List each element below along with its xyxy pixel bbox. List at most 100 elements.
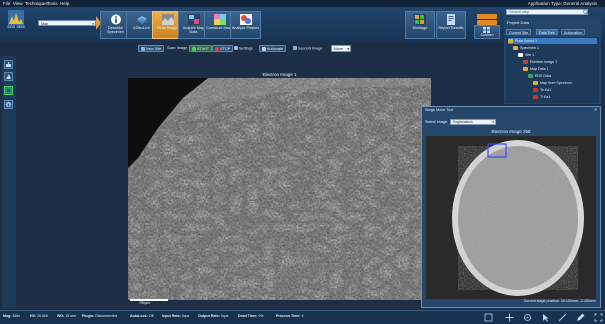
tree-item-label: Plain Select 1 (515, 39, 537, 43)
menu-bar: File View Techniques Tools Help Applicat… (0, 0, 605, 7)
image-title: Electron Image 1 (262, 72, 297, 77)
custom-button[interactable]: Custom (474, 25, 500, 39)
tab-automation[interactable]: Automation (561, 29, 586, 35)
data-tree: Plain Select 1 Specimen 1 Site 1 Electron I… (506, 37, 599, 103)
tree-item-label: Electron Image 1 (530, 60, 558, 64)
start-button[interactable]: START (189, 45, 213, 52)
new-site-label: New Site (146, 47, 162, 51)
site-icon (518, 52, 523, 57)
new-site-button[interactable]: New Site (138, 45, 165, 52)
scan-toolbar: New Site Scan Image START STOP Settings … (128, 45, 503, 53)
close-icon[interactable]: × (594, 107, 597, 112)
step-label: Analyze Phases (231, 26, 260, 30)
tree-item[interactable]: Map Sum Spectrum (533, 80, 597, 86)
second-image-value: None (334, 47, 344, 51)
automate-label: Automate (267, 47, 284, 51)
second-image-select[interactable]: None ▾ (331, 45, 351, 52)
montage-button[interactable]: Montage (405, 11, 435, 39)
tree-item[interactable]: Specimen 1 (513, 45, 597, 51)
site-select[interactable]: Map ▾ (38, 20, 96, 26)
stage-icon[interactable] (4, 60, 13, 69)
tree-item[interactable]: Site 1 (518, 52, 597, 58)
tree-item[interactable]: Map Data 1 (523, 66, 597, 72)
menu-help[interactable]: Help (60, 1, 69, 6)
search-icon[interactable] (583, 9, 589, 15)
tree-item[interactable]: Plain Select 1 (508, 38, 597, 44)
element-map-icon (533, 94, 538, 99)
select-image-dropdown[interactable]: Registrations ▾ (450, 119, 496, 125)
tree-item-label: Ti Ka1 (540, 95, 551, 99)
stop-icon (215, 46, 219, 51)
tree-item[interactable]: Ti Ka1 (533, 94, 597, 100)
tree-item[interactable]: Electron Image 1 (523, 59, 597, 65)
menu-techniques[interactable]: Techniques (25, 1, 48, 6)
application-type[interactable]: Application Type: General Analysis (528, 1, 597, 6)
image-icon (523, 59, 528, 64)
info-icon[interactable] (4, 100, 13, 109)
gear-icon (234, 46, 238, 50)
tab-data-tree[interactable]: Data Tree (536, 29, 558, 35)
status-wd: WD: 15 mm (57, 314, 77, 318)
crosshair-icon[interactable] (523, 313, 532, 322)
play-icon (192, 46, 196, 51)
left-toolbar (2, 56, 16, 308)
menu-view[interactable]: View (13, 1, 23, 6)
second-image-label: Second Image (298, 46, 323, 51)
select-image-label: Select Image: (425, 120, 449, 124)
tree-item[interactable]: Te Ka1 (533, 87, 597, 93)
line-tool-icon[interactable] (558, 313, 567, 322)
tree-item-label: Specimen 1 (520, 46, 539, 50)
tree-item[interactable]: EDS Data (528, 73, 597, 79)
info-icon (110, 14, 122, 25)
status-autolock: AutoLock: Off (130, 314, 154, 318)
image-view-icon[interactable] (4, 86, 13, 95)
move-icon[interactable] (505, 313, 514, 322)
eds-spectrum-icon (8, 10, 24, 25)
status-input-rate: Input Rate: 0cps (162, 314, 190, 318)
menu-tools[interactable]: Tools (47, 1, 58, 6)
status-mag: Mag: 386x (3, 314, 21, 318)
report-results-label: Report Results (438, 26, 464, 30)
status-process-time: Process Time: 4 (276, 314, 304, 318)
settings-link[interactable]: Settings (234, 46, 253, 51)
pointer-icon[interactable] (541, 313, 550, 322)
pen-tool-icon[interactable] (576, 313, 585, 322)
microscope-icon[interactable] (4, 72, 13, 81)
automate-button[interactable]: Automate (259, 45, 287, 52)
electron-image-viewer[interactable] (128, 78, 431, 300)
stop-label: STOP (220, 47, 231, 51)
chevron-down-icon: ▾ (492, 120, 494, 124)
stop-button[interactable]: STOP (212, 45, 234, 52)
automate-icon (262, 46, 266, 51)
report-icon (445, 14, 457, 25)
step-analyze-phases[interactable]: Analyze Phases (230, 11, 261, 39)
eds-sem-button[interactable]: EDS SEM (3, 9, 29, 39)
tab-current-site[interactable]: Current Site (506, 29, 532, 35)
fit-icon[interactable] (484, 313, 493, 322)
montage-label: Montage (412, 26, 428, 30)
specimen-icon (513, 45, 518, 50)
montage-icon (414, 14, 426, 25)
step-settings-button[interactable] (477, 14, 497, 19)
status-dead-time: Dead Time: 0% (238, 314, 264, 318)
analyze-phases-icon (239, 14, 252, 25)
construct-maps-icon (213, 14, 226, 25)
search-step-input[interactable]: Search step (506, 9, 588, 15)
tree-item-label: Te Ka1 (540, 88, 552, 92)
map-acquire-icon (187, 14, 200, 25)
project-data-panel: Project Data Current Site Data Tree Auto… (504, 18, 601, 104)
layers-icon (136, 14, 148, 25)
chevron-down-icon: ▾ (92, 22, 94, 26)
stage-move-tool-window: Stage Move Tool × Select Image: Registra… (421, 106, 601, 308)
menu-file[interactable]: File (3, 1, 10, 6)
start-label: START (197, 47, 210, 51)
scan-image-label: Scan Image (167, 46, 188, 50)
expand-icon[interactable] (594, 313, 603, 322)
custom-label: Custom (480, 33, 494, 37)
tree-item-label: Map Sum Spectrum (540, 81, 572, 85)
stage-image-title: Electron Image 258 (491, 129, 531, 134)
element-map-icon (533, 87, 538, 92)
report-results-button[interactable]: Report Results (436, 11, 466, 39)
electron-image-icon (161, 14, 174, 25)
stage-navigation-image[interactable] (426, 136, 596, 299)
